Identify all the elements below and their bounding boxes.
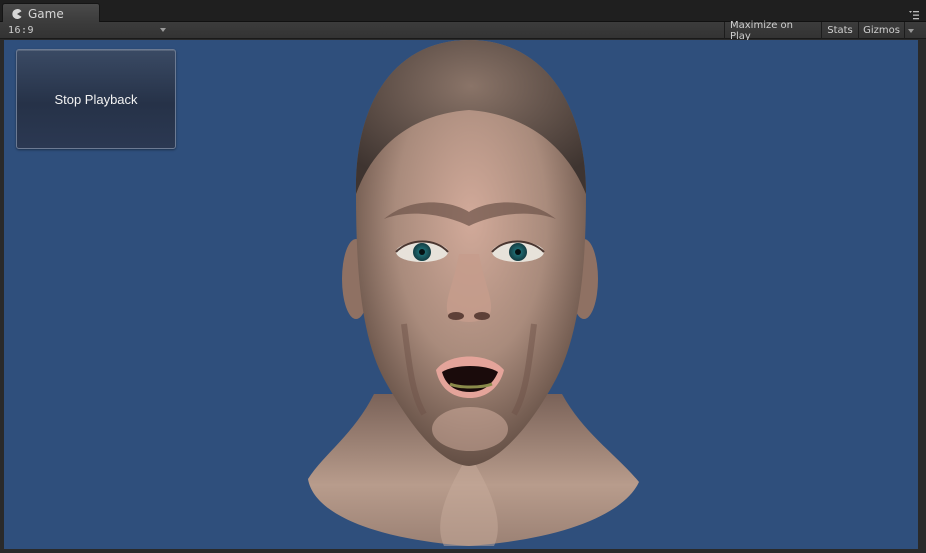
aspect-ratio-dropdown[interactable]: 16:9 bbox=[8, 22, 168, 39]
stop-playback-button[interactable]: Stop Playback bbox=[16, 49, 176, 149]
game-toolbar: 16:9 Maximize on Play Stats Gizmos bbox=[0, 20, 926, 42]
aspect-ratio-value: 16:9 bbox=[8, 25, 35, 36]
tab-game[interactable]: Game bbox=[2, 3, 100, 23]
pacman-icon bbox=[12, 8, 22, 19]
chevron-down-icon bbox=[160, 28, 166, 32]
stats-toggle[interactable]: Stats bbox=[821, 22, 858, 39]
window-menu-icon[interactable] bbox=[908, 10, 920, 20]
game-viewport[interactable]: Stop Playback bbox=[4, 40, 918, 549]
maximize-on-play-toggle[interactable]: Maximize on Play bbox=[724, 20, 821, 42]
gizmos-button[interactable]: Gizmos bbox=[858, 22, 904, 39]
stop-playback-label: Stop Playback bbox=[54, 91, 138, 107]
gizmos-dropdown-arrow[interactable] bbox=[904, 22, 916, 39]
game-window: Game 16:9 Maximize on Play Stats Gizmos … bbox=[0, 0, 926, 553]
head-model bbox=[308, 40, 639, 546]
tab-label: Game bbox=[28, 6, 64, 21]
